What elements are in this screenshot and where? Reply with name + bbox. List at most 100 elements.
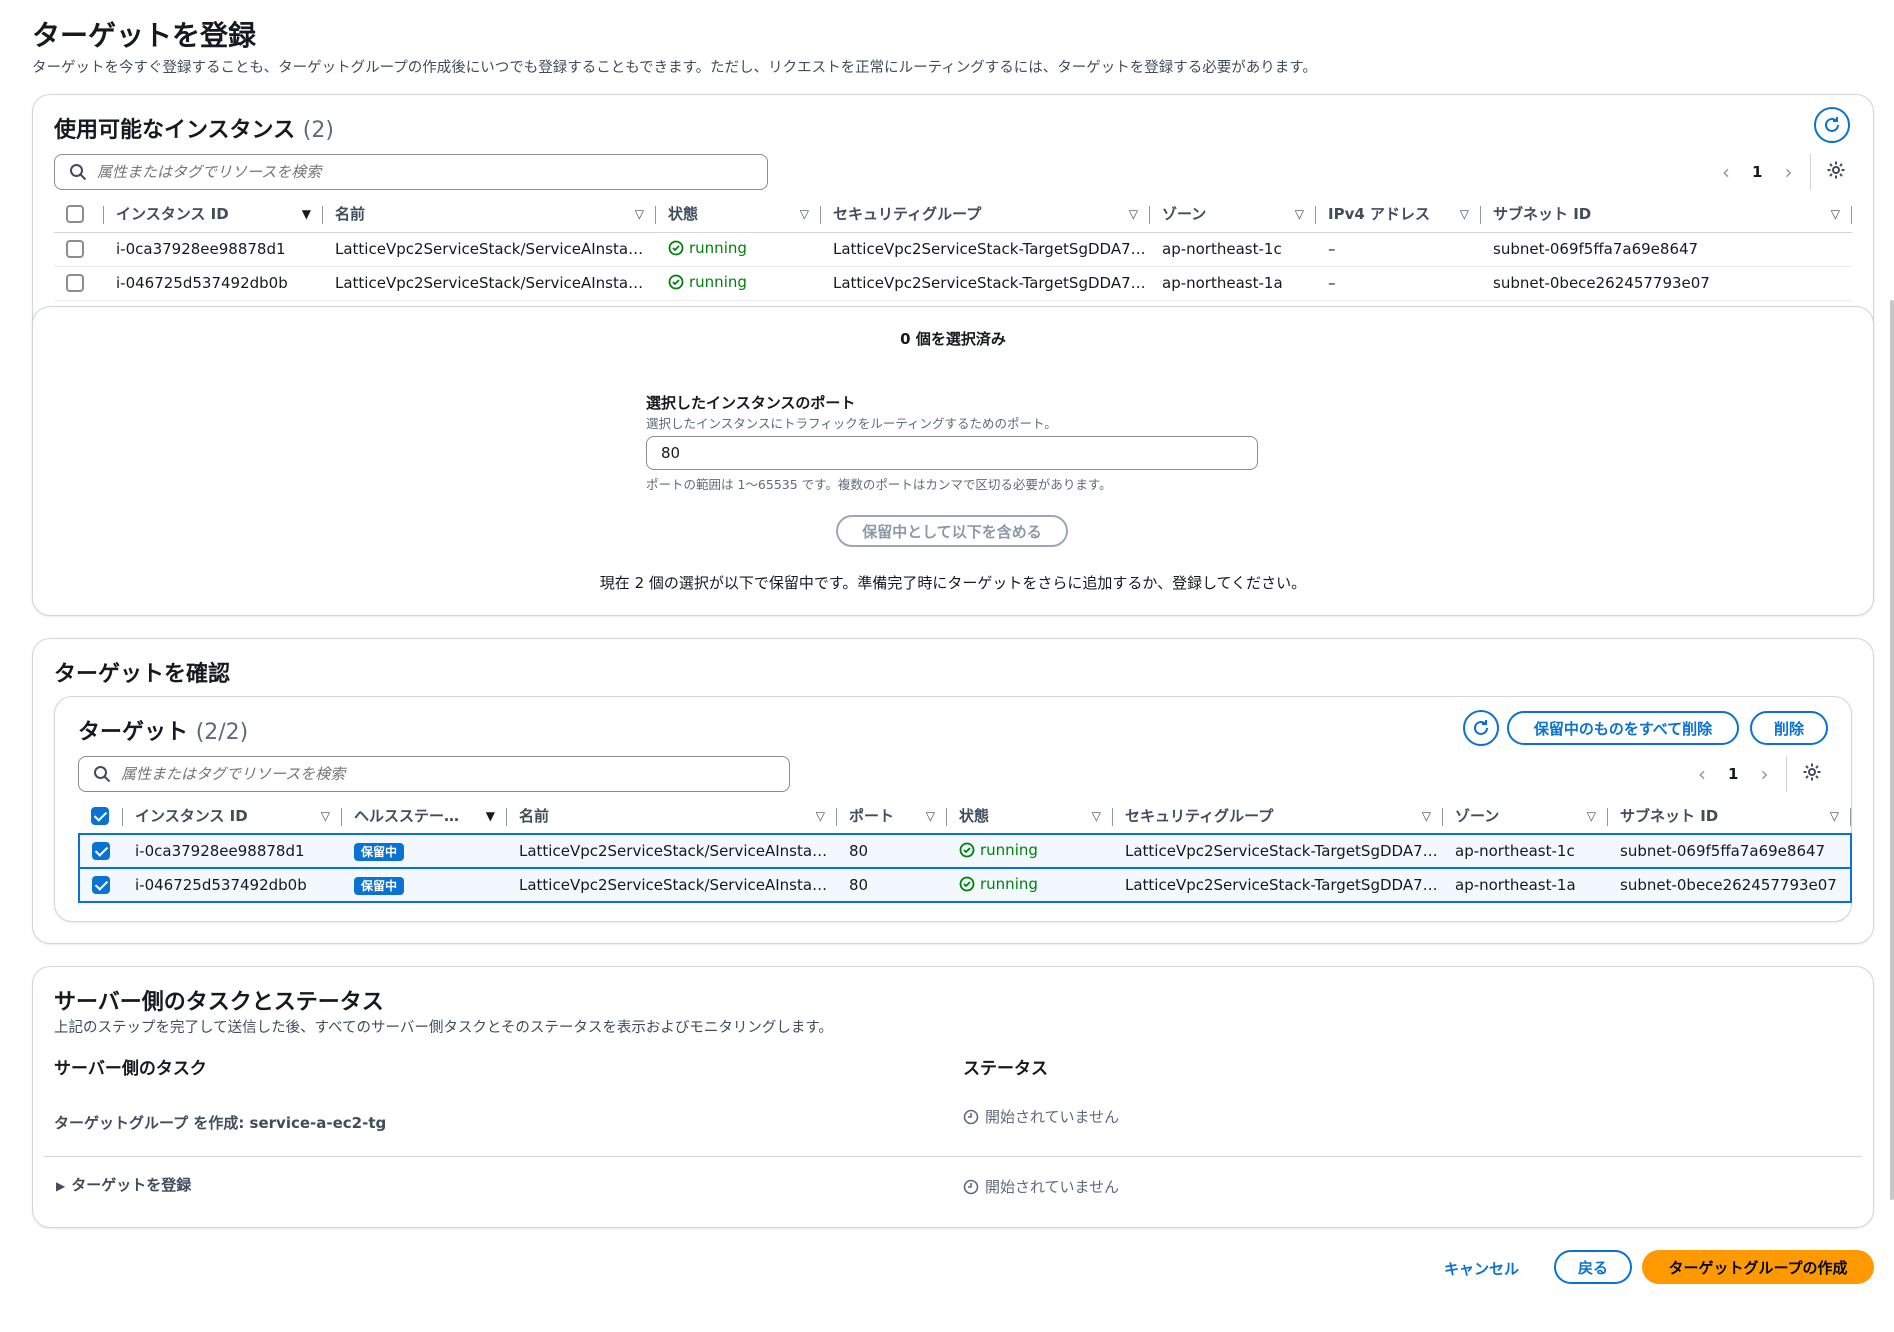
col-name[interactable]: 名前 ▽: [507, 798, 837, 835]
sort-icon: ▽: [1830, 207, 1840, 221]
select-all-checkbox[interactable]: [91, 806, 109, 825]
table-row[interactable]: i-0ca37928ee98878d1 保留中 LatticeVpc2Servi…: [78, 833, 1852, 869]
task-status: 開始されていません: [963, 1176, 1119, 1197]
col-security-group[interactable]: セキュリティグループ ▽: [821, 196, 1150, 233]
review-title: ターゲットを確認: [54, 662, 231, 687]
row-checkbox[interactable]: [92, 876, 110, 895]
task-divider: [44, 1156, 1862, 1157]
next-page-icon[interactable]: ›: [1784, 160, 1792, 184]
row-checkbox[interactable]: [66, 240, 84, 259]
expand-caret-icon: ▶: [56, 1179, 66, 1193]
next-page-icon[interactable]: ›: [1760, 762, 1768, 786]
prev-page-icon[interactable]: ‹: [1722, 160, 1730, 184]
cell-name: LatticeVpc2ServiceStack/ServiceAInsta…: [507, 867, 837, 903]
task-status-text: 開始されていません: [985, 1108, 1120, 1126]
col-subnet-id[interactable]: サブネット ID ▽: [1608, 798, 1851, 835]
cell-ipv4: –: [1316, 266, 1481, 301]
col-state[interactable]: 状態 ▽: [656, 196, 821, 233]
task-register-targets[interactable]: ▶ ターゲットを登録: [56, 1174, 191, 1195]
cell-zone: ap-northeast-1a: [1150, 266, 1316, 301]
cell-name: LatticeVpc2ServiceStack/ServiceAInsta…: [323, 266, 656, 301]
row-checkbox[interactable]: [92, 842, 110, 861]
col-port[interactable]: ポート ▽: [837, 798, 947, 835]
preferences-gear-icon[interactable]: [1826, 160, 1846, 184]
available-search-input[interactable]: [54, 154, 768, 190]
col-zone[interactable]: ゾーン ▽: [1150, 196, 1316, 233]
selected-count: 0 個を選択済み: [900, 330, 1006, 348]
cancel-button[interactable]: キャンセル: [1444, 1258, 1519, 1279]
available-instances-title-text: 使用可能なインスタンス: [54, 118, 296, 143]
prev-page-icon[interactable]: ‹: [1698, 762, 1706, 786]
preferences-gear-icon[interactable]: [1802, 762, 1822, 786]
table-row[interactable]: i-0ca37928ee98878d1 LatticeVpc2ServiceSt…: [54, 232, 1852, 267]
back-button[interactable]: 戻る: [1554, 1250, 1632, 1284]
sort-desc-icon: ▼: [301, 207, 311, 221]
clock-icon: [963, 1179, 979, 1194]
sort-icon: ▽: [925, 809, 935, 823]
cell-subnet: subnet-0bece262457793e07: [1608, 867, 1852, 903]
available-instances-table: インスタンス ID ▼ 名前 ▽ 状態 ▽ セキュリティグループ ▽ ゾーン ▽ IPv4…: [54, 196, 1852, 301]
sort-icon: ▽: [1421, 809, 1431, 823]
available-instances-count: (2): [302, 118, 334, 143]
cell-zone: ap-northeast-1c: [1150, 232, 1316, 267]
page-description: ターゲットを今すぐ登録することも、ターゲットグループの作成後にいつでも登録するこ…: [32, 60, 1317, 76]
cell-name: LatticeVpc2ServiceStack/ServiceAInsta…: [507, 833, 837, 869]
targets-search-input[interactable]: [78, 756, 790, 792]
col-instance-id[interactable]: インスタンス ID ▽: [123, 798, 342, 835]
targets-title-text: ターゲット: [78, 720, 189, 745]
cell-ipv4: –: [1316, 232, 1481, 267]
cell-instance-id: i-046725d537492db0b: [123, 867, 342, 903]
create-target-group-button[interactable]: ターゲットグループの作成: [1642, 1250, 1874, 1284]
available-pagination: ‹ 1 ›: [1722, 160, 1792, 184]
cell-security-group: LatticeVpc2ServiceStack-TargetSgDDA7…: [1113, 833, 1443, 869]
sort-icon: ▽: [1459, 207, 1469, 221]
page-number[interactable]: 1: [1752, 163, 1762, 181]
cell-name: LatticeVpc2ServiceStack/ServiceAInsta…: [323, 232, 656, 267]
sort-icon: ▽: [1829, 809, 1839, 823]
server-tasks-description: 上記のステップを完了して送信した後、すべてのサーバー側タスクとそのステータスを表…: [54, 1020, 833, 1036]
col-health-status[interactable]: ヘルスステー… ▼: [342, 798, 507, 835]
table-row[interactable]: i-046725d537492db0b LatticeVpc2ServiceSt…: [54, 266, 1852, 301]
cell-port: 80: [837, 833, 947, 869]
include-pending-button[interactable]: 保留中として以下を含める: [836, 515, 1068, 547]
table-row[interactable]: i-046725d537492db0b 保留中 LatticeVpc2Servi…: [78, 867, 1852, 903]
search-icon: [70, 164, 87, 181]
cell-health: 保留中: [342, 867, 507, 903]
col-name[interactable]: 名前 ▽: [323, 196, 656, 233]
col-security-group[interactable]: セキュリティグループ ▽: [1113, 798, 1443, 835]
cell-instance-id: i-0ca37928ee98878d1: [123, 833, 342, 869]
row-checkbox[interactable]: [66, 274, 84, 293]
targets-title: ターゲット (2/2): [78, 714, 248, 746]
sort-icon: ▽: [1128, 207, 1138, 221]
col-zone[interactable]: ゾーン ▽: [1443, 798, 1608, 835]
col-ipv4[interactable]: IPv4 アドレス ▽: [1316, 196, 1481, 233]
refresh-available-button[interactable]: [1814, 107, 1850, 143]
targets-count: (2/2): [195, 720, 249, 745]
available-search-field[interactable]: [97, 163, 726, 181]
row-select: [78, 833, 123, 869]
cell-instance-id: i-0ca37928ee98878d1: [104, 232, 323, 267]
col-subnet-id[interactable]: サブネット ID ▽: [1481, 196, 1852, 233]
task-label: ターゲットを登録: [71, 1176, 192, 1194]
row-select: [78, 867, 123, 903]
remove-button[interactable]: 削除: [1750, 711, 1828, 745]
available-instances-title: 使用可能なインスタンス (2): [54, 112, 334, 144]
col-task-header: サーバー側のタスク: [54, 1059, 207, 1079]
targets-search-field[interactable]: [121, 765, 748, 783]
page-number[interactable]: 1: [1728, 765, 1738, 783]
col-state[interactable]: 状態 ▽: [947, 798, 1113, 835]
select-all-checkbox[interactable]: [66, 205, 84, 223]
pager-divider: [1810, 154, 1811, 190]
sort-icon: ▽: [799, 207, 809, 221]
col-status-header: ステータス: [963, 1059, 1048, 1079]
cell-port: 80: [837, 867, 947, 903]
page-scrollbar[interactable]: [1890, 300, 1894, 1200]
refresh-targets-button[interactable]: [1463, 710, 1499, 746]
remove-all-pending-button[interactable]: 保留中のものをすべて削除: [1507, 711, 1739, 745]
targets-table: インスタンス ID ▽ ヘルスステー… ▼ 名前 ▽ ポート ▽ 状態 ▽ セキュリティグ…: [78, 798, 1852, 903]
col-instance-id[interactable]: インスタンス ID ▼: [104, 196, 323, 233]
select-all-header: [79, 798, 123, 835]
port-description: 選択したインスタンスにトラフィックをルーティングするためのポート。: [646, 416, 1057, 431]
check-circle-icon: [668, 274, 684, 289]
port-input[interactable]: 80: [646, 436, 1258, 470]
